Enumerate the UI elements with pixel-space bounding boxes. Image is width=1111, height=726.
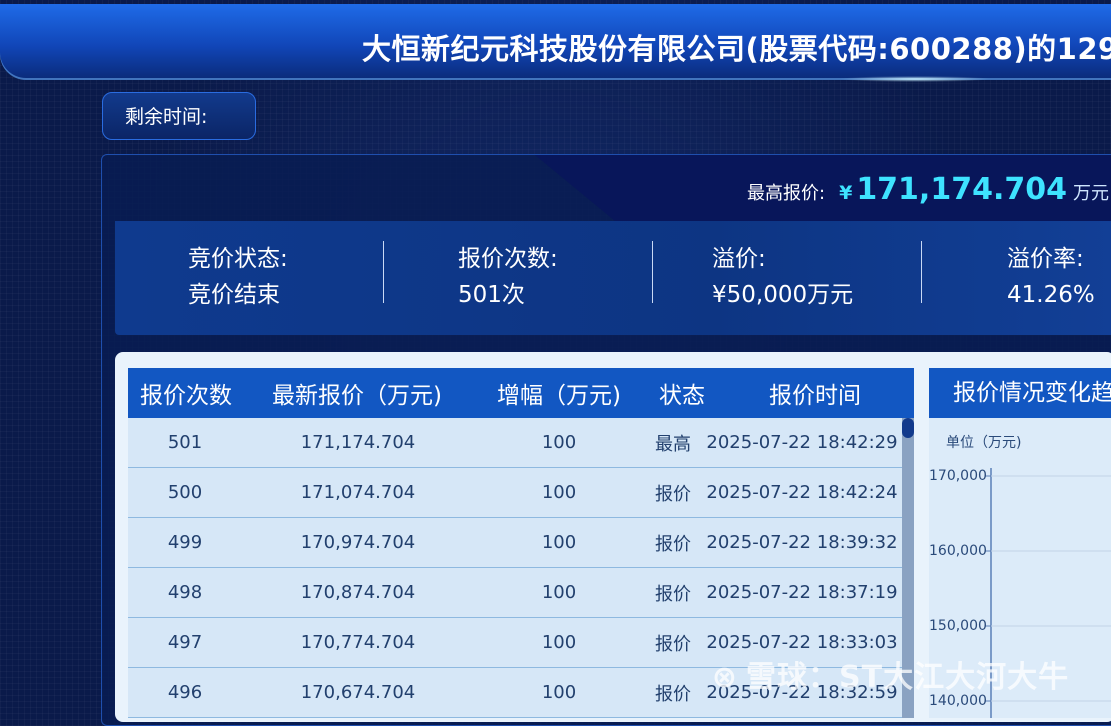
table-row: 500 171,074.704 100 报价 2025-07-22 18:42:…	[128, 468, 902, 518]
cell-increment: 100	[541, 682, 577, 703]
cell-bid-time: 2025-07-22 18:33:03	[706, 632, 898, 653]
table-header: 报价次数 最新报价（万元) 增幅（万元) 状态 报价时间	[128, 368, 914, 418]
cell-latest-bid: 171,074.704	[300, 482, 416, 503]
max-bid-label: 最高报价:	[747, 183, 826, 204]
y-tick-label: 170,000	[929, 468, 987, 484]
stat-premium-rate: 溢价率: 41.26%	[1007, 241, 1095, 313]
title-bar: 大恒新纪元科技股份有限公司(股票代码:600288)的1299	[0, 4, 1111, 82]
watermark: ⊗ 雪球：ST大江大河大牛	[710, 652, 1069, 696]
watermark-text: 雪球：ST大江大河大牛	[746, 660, 1070, 695]
cell-increment: 100	[541, 582, 577, 603]
divider	[652, 241, 653, 303]
max-bid-currency: ¥	[839, 182, 853, 204]
stat-status-label: 竞价状态:	[188, 246, 288, 272]
chart-unit-label: 单位（万元)	[946, 435, 1022, 451]
stat-premium-value: ¥50,000万元	[712, 282, 854, 308]
stat-bid-count-label: 报价次数:	[458, 246, 558, 272]
cell-status: 最高	[655, 433, 691, 455]
table-row: 499 170,974.704 100 报价 2025-07-22 18:39:…	[128, 518, 902, 568]
chart-title: 报价情况变化趋	[929, 368, 1111, 418]
cell-bid-count: 498	[167, 582, 203, 603]
table-scrollbar-thumb[interactable]	[902, 418, 914, 438]
max-bid-unit: 万元	[1072, 183, 1109, 204]
cell-status: 报价	[655, 483, 691, 505]
cell-bid-time: 2025-07-22 18:42:29	[706, 432, 898, 453]
table-row: 501 171,174.704 100 最高 2025-07-22 18:42:…	[128, 418, 902, 468]
stats-bar: 竞价状态: 竞价结束 报价次数: 501次 溢价: ¥50,000万元 溢价率:…	[115, 221, 1111, 335]
countdown-label: 剩余时间:	[102, 92, 256, 140]
cell-latest-bid: 171,174.704	[300, 432, 416, 453]
cell-bid-count: 499	[167, 532, 203, 553]
col-increment: 增幅（万元)	[497, 383, 621, 409]
max-bid-value: 171,174.704	[856, 172, 1067, 207]
cell-bid-count: 501	[167, 432, 203, 453]
table-row: 498 170,874.704 100 报价 2025-07-22 18:37:…	[128, 568, 902, 618]
stat-status: 竞价状态: 竞价结束	[188, 241, 288, 313]
cell-increment: 100	[541, 532, 577, 553]
cell-status: 报价	[655, 583, 691, 605]
cell-status: 报价	[655, 533, 691, 555]
max-bid: 最高报价: ¥ 171,174.704 万元	[747, 172, 1109, 207]
col-latest-bid: 最新报价（万元)	[272, 383, 442, 409]
y-tick-label: 160,000	[929, 543, 987, 559]
cell-bid-count: 497	[167, 632, 203, 653]
col-bid-time: 报价时间	[769, 383, 861, 409]
stat-status-value: 竞价结束	[188, 282, 280, 308]
cell-status: 报价	[655, 683, 691, 705]
col-status: 状态	[659, 383, 705, 409]
stat-bid-count: 报价次数: 501次	[458, 241, 558, 313]
stat-premium-label: 溢价:	[712, 246, 766, 272]
page-title: 大恒新纪元科技股份有限公司(股票代码:600288)的1299	[362, 32, 1111, 66]
stat-premium-rate-label: 溢价率:	[1007, 246, 1084, 272]
cell-status: 报价	[655, 633, 691, 655]
cell-bid-count: 500	[167, 482, 203, 503]
col-bid-count: 报价次数	[140, 383, 232, 409]
cell-latest-bid: 170,874.704	[300, 582, 416, 603]
stat-premium: 溢价: ¥50,000万元	[712, 241, 853, 313]
cell-latest-bid: 170,774.704	[300, 632, 416, 653]
stat-premium-rate-value: 41.26%	[1007, 282, 1095, 308]
cell-bid-time: 2025-07-22 18:37:19	[706, 582, 898, 603]
divider	[383, 241, 384, 303]
cell-increment: 100	[541, 432, 577, 453]
stat-bid-count-value: 501次	[458, 282, 525, 308]
cell-bid-count: 496	[167, 682, 203, 703]
cell-increment: 100	[541, 632, 577, 653]
cell-latest-bid: 170,674.704	[300, 682, 416, 703]
divider	[921, 241, 922, 303]
y-tick-label: 150,000	[929, 618, 987, 634]
cell-bid-time: 2025-07-22 18:39:32	[706, 532, 898, 553]
cell-latest-bid: 170,974.704	[300, 532, 416, 553]
cell-bid-time: 2025-07-22 18:42:24	[706, 482, 898, 503]
snowball-logo-icon: ⊗	[711, 660, 739, 695]
cell-increment: 100	[541, 482, 577, 503]
